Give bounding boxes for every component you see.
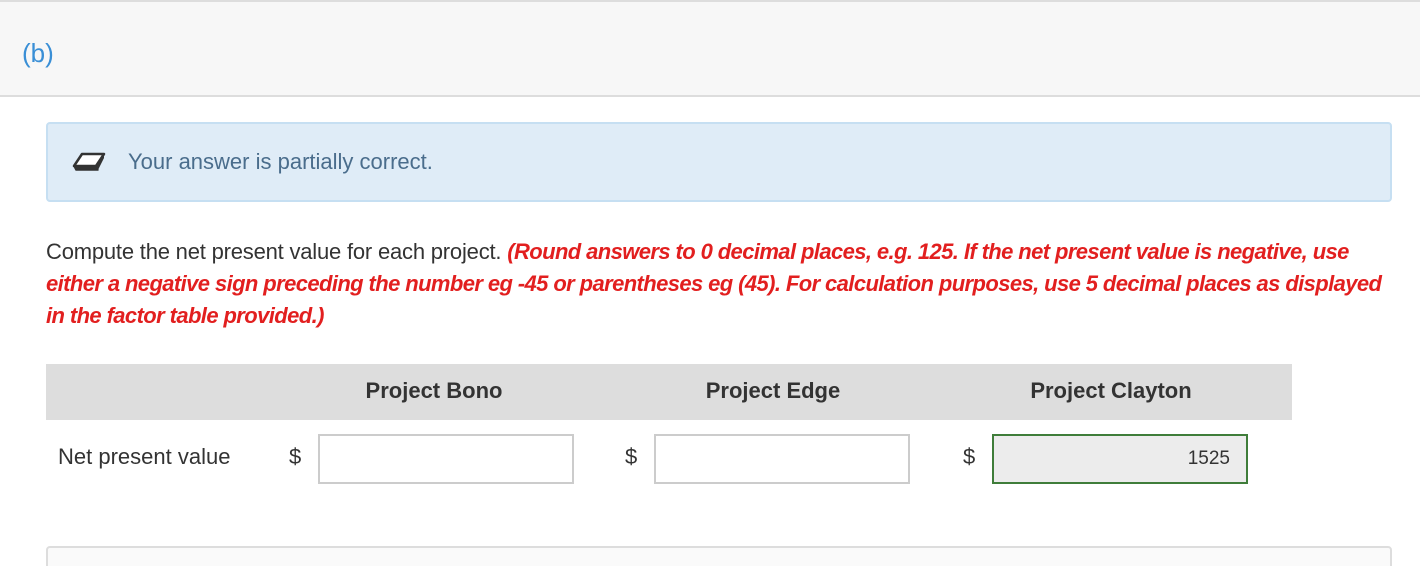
column-header-bono: Project Bono (365, 378, 503, 403)
eraser-icon (68, 146, 108, 176)
npv-input-clayton[interactable] (992, 434, 1248, 484)
currency-symbol-edge: $ (625, 444, 638, 469)
question-prompt: Compute the net present value for each p… (46, 239, 502, 264)
feedback-message: Your answer is partially correct. (128, 149, 433, 174)
npv-input-edge[interactable] (654, 434, 910, 484)
question-text: Compute the net present value for each p… (46, 236, 1386, 332)
page: (b) Your answer is partially correct. Co… (0, 0, 1420, 566)
row-label-npv: Net present value (58, 444, 231, 469)
table-header: Project Bono Project Edge Project Clayto… (46, 364, 1292, 420)
next-section-box (46, 546, 1392, 566)
column-header-edge: Project Edge (705, 378, 841, 403)
npv-input-bono[interactable] (318, 434, 574, 484)
feedback-box: Your answer is partially correct. (46, 122, 1392, 202)
column-header-clayton: Project Clayton (1030, 378, 1192, 403)
part-label: (b) (22, 38, 54, 68)
part-header: (b) (0, 0, 1420, 97)
currency-symbol-bono: $ (289, 444, 302, 469)
currency-symbol-clayton: $ (963, 444, 976, 469)
